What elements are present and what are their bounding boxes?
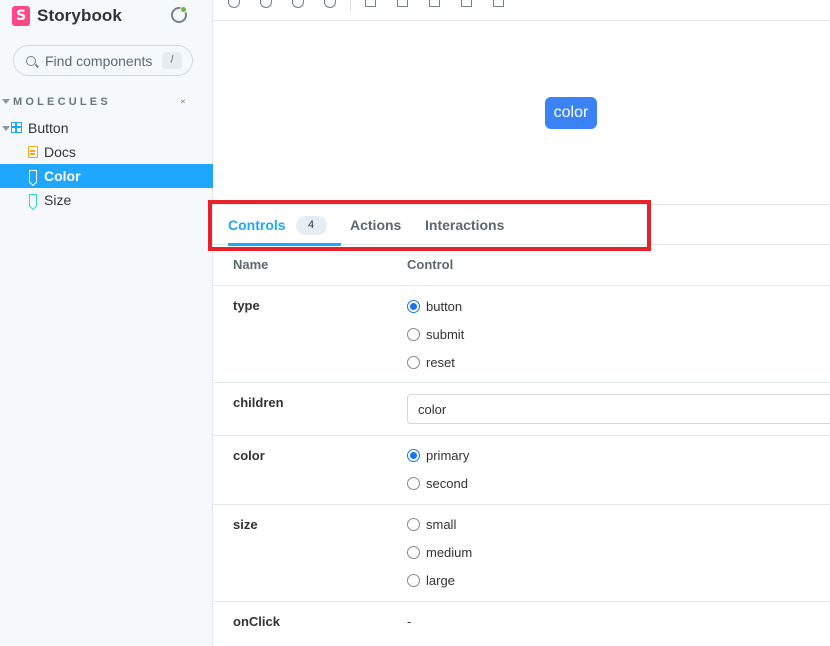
component-icon	[11, 122, 22, 133]
search-input[interactable]: Find components /	[13, 45, 193, 76]
control-row-children: children	[213, 383, 830, 436]
measure-icon[interactable]	[461, 0, 472, 7]
radio-type-reset[interactable]: reset	[407, 353, 455, 371]
collapse-all-icon[interactable]: ⌄ ⌃	[178, 95, 188, 111]
controls-table-header: Name Control	[213, 245, 830, 286]
tree-component-button[interactable]: Button	[0, 116, 213, 140]
background-icon[interactable]	[365, 0, 376, 7]
group-header-molecules[interactable]: MOLECULES ⌄ ⌃	[0, 95, 213, 111]
radio-label: primary	[426, 447, 470, 463]
zoom-out-icon[interactable]	[292, 0, 304, 8]
grid-icon[interactable]	[397, 0, 408, 7]
radio-unchecked-icon	[407, 545, 420, 559]
radio-checked-icon	[407, 448, 420, 462]
radio-label: large	[426, 572, 455, 588]
control-row-color: color primary second	[213, 436, 830, 505]
radio-unchecked-icon	[407, 355, 420, 369]
radio-label: button	[426, 298, 463, 314]
radio-label: second	[426, 475, 468, 491]
bookmark-icon	[29, 194, 37, 206]
prop-name: color	[233, 448, 265, 463]
tree-label: Color	[44, 168, 81, 184]
sidebar: S Storybook Find components / MOLECULES …	[0, 0, 213, 646]
control-row-onclick: onClick -	[213, 602, 830, 646]
search-placeholder: Find components	[45, 53, 153, 69]
radio-label: small	[426, 516, 457, 532]
onclick-value: -	[407, 614, 412, 629]
control-row-size: size small medium large	[213, 505, 830, 602]
tree-item-docs[interactable]: Docs	[0, 140, 213, 164]
preview-color-button[interactable]: color	[545, 97, 597, 129]
radio-label: medium	[426, 544, 473, 560]
group-label: MOLECULES	[13, 96, 111, 108]
radio-type-submit[interactable]: submit	[407, 325, 464, 343]
zoom-in-icon[interactable]	[260, 0, 272, 8]
radio-type-button[interactable]: button	[407, 297, 462, 315]
viewport-icon[interactable]	[429, 0, 440, 7]
tree-label: Button	[28, 120, 69, 136]
annotation-highlight-box	[208, 200, 651, 251]
children-text-input[interactable]	[407, 394, 830, 424]
radio-size-large[interactable]: large	[407, 571, 455, 589]
radio-size-medium[interactable]: medium	[407, 543, 472, 561]
radio-label: submit	[426, 326, 465, 342]
caret-down-icon	[2, 99, 10, 104]
prop-name: type	[233, 298, 260, 313]
bookmark-icon	[29, 170, 37, 182]
outline-icon[interactable]	[493, 0, 504, 7]
column-header-control: Control	[407, 257, 454, 272]
radio-checked-icon	[407, 299, 420, 313]
toolbar	[213, 0, 830, 21]
prop-name: onClick	[233, 614, 280, 629]
zoom-reset-icon[interactable]	[324, 0, 336, 8]
column-header-name: Name	[233, 257, 269, 272]
tree-item-color[interactable]: Color	[0, 164, 213, 188]
status-dot-icon	[180, 6, 187, 13]
control-row-type: type button submit reset	[213, 286, 830, 383]
toolbar-divider	[350, 0, 351, 10]
story-preview: color	[213, 21, 830, 204]
radio-unchecked-icon	[407, 517, 420, 531]
radio-label: reset	[426, 354, 455, 370]
search-shortcut-key: /	[162, 52, 182, 69]
document-icon	[28, 146, 38, 158]
radio-unchecked-icon	[407, 476, 420, 490]
prop-name: size	[233, 517, 258, 532]
storybook-logo-icon: S	[12, 6, 30, 26]
radio-unchecked-icon	[407, 573, 420, 587]
prop-name: children	[233, 395, 284, 410]
reload-icon[interactable]	[228, 0, 240, 8]
tree-label: Size	[44, 192, 72, 208]
radio-unchecked-icon	[407, 327, 420, 341]
radio-color-primary[interactable]: primary	[407, 446, 469, 464]
brand[interactable]: S Storybook	[12, 4, 122, 28]
radio-size-small[interactable]: small	[407, 515, 456, 533]
caret-down-icon	[2, 126, 10, 131]
tree-label: Docs	[44, 144, 76, 160]
brand-name: Storybook	[37, 6, 122, 25]
search-icon	[26, 56, 36, 66]
radio-color-second[interactable]: second	[407, 474, 468, 492]
tree-item-size[interactable]: Size	[0, 188, 213, 212]
